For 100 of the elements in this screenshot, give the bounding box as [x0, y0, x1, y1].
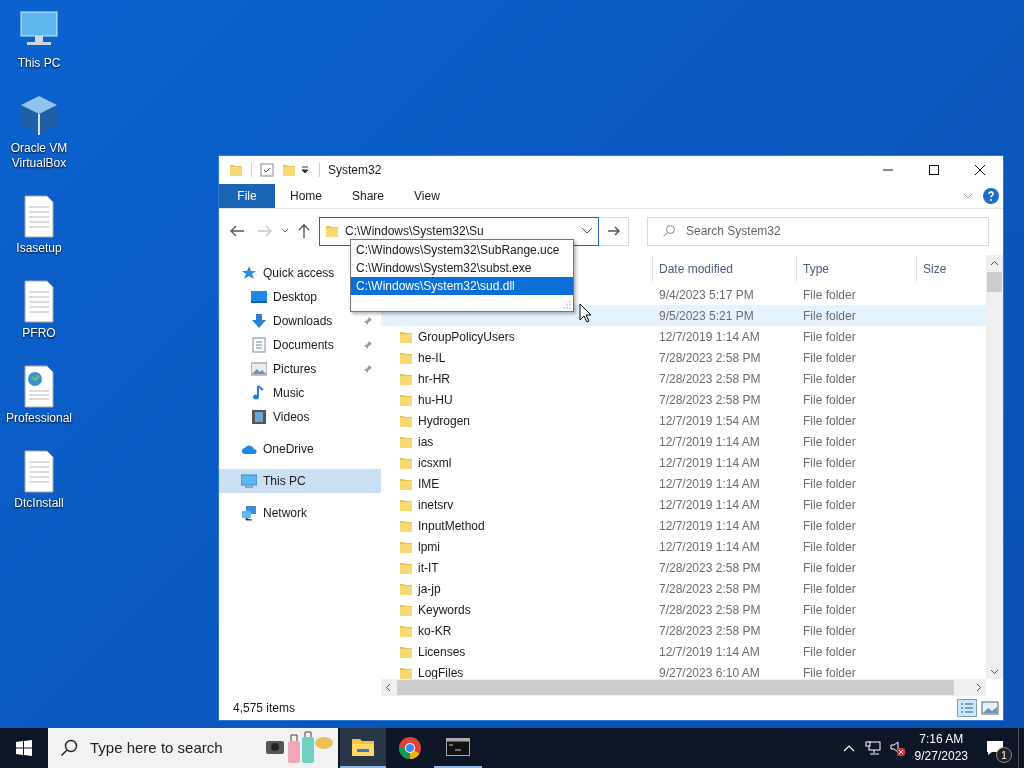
desktop-icon-label[interactable]: Oracle VM VirtualBox: [0, 141, 78, 171]
file-name[interactable]: Hydrogen: [418, 411, 471, 430]
file-name[interactable]: Licenses: [418, 642, 466, 661]
window-title: System32: [328, 162, 382, 179]
date-cell: 12/7/2019 1:14 AM: [659, 329, 760, 344]
desktop-icon-label[interactable]: PFRO: [22, 326, 56, 341]
file-name[interactable]: Keywords: [418, 600, 471, 619]
date-cell: 7/28/2023 2:58 PM: [659, 371, 761, 386]
address-bar[interactable]: C:\Windows\System32\Su: [319, 216, 599, 246]
date-cell: 7/28/2023 2:58 PM: [659, 623, 761, 638]
file-name[interactable]: ko-KR: [418, 621, 452, 640]
nav-item[interactable]: Quick access: [219, 261, 343, 285]
scrollbar-thumb[interactable]: [397, 680, 954, 695]
type-cell: File folder: [803, 518, 856, 533]
file-name[interactable]: ja-jp: [418, 579, 441, 598]
ribbon-tab[interactable]: Share: [337, 184, 400, 208]
folder-icon: [399, 602, 413, 617]
file-name[interactable]: he-IL: [418, 348, 446, 367]
file-name[interactable]: IME: [418, 474, 440, 493]
nav-item[interactable]: Documents: [219, 333, 381, 357]
taskbar-search-field[interactable]: Type here to search: [48, 728, 338, 768]
ribbon-tab[interactable]: Home: [275, 184, 337, 208]
column-header[interactable]: Date modified: [652, 255, 796, 283]
desktop-icon-label[interactable]: DtcInstall: [14, 496, 64, 511]
search-input[interactable]: Search System32: [686, 222, 974, 240]
date-cell: 12/7/2019 1:14 AM: [659, 518, 760, 533]
computer-icon: [241, 473, 257, 489]
close-icon: [973, 163, 987, 177]
folder-icon: [399, 455, 413, 470]
resize-grip-icon: [563, 301, 571, 309]
nav-item[interactable]: OneDrive: [219, 437, 322, 461]
desktop-icon: [251, 289, 267, 305]
file-name[interactable]: inetsrv: [418, 495, 454, 514]
recent-locations-icon: [281, 228, 289, 234]
chevron-down-icon: [581, 227, 593, 235]
terminal-icon: [446, 738, 470, 756]
column-header[interactable]: Type: [796, 255, 916, 283]
folder-icon: [399, 476, 413, 491]
type-cell: File folder: [803, 413, 856, 428]
type-cell: File folder: [803, 455, 856, 470]
type-cell: File folder: [803, 476, 856, 491]
taskbar-search-input[interactable]: Type here to search: [90, 736, 260, 760]
mouse-cursor-icon: [579, 303, 592, 323]
nav-item[interactable]: Downloads: [219, 309, 381, 333]
ribbon-tab[interactable]: View: [399, 184, 455, 208]
vertical-scrollbar[interactable]: [986, 255, 1003, 679]
file-name[interactable]: lpmi: [418, 537, 440, 556]
date-cell: 9/5/2023 5:21 PM: [659, 308, 754, 323]
type-cell: File folder: [803, 308, 856, 323]
type-cell: File folder: [803, 602, 856, 617]
suggestion-item[interactable]: C:\Windows\System32\sud.dll: [351, 277, 573, 295]
folder-icon: [325, 224, 339, 238]
file-name[interactable]: LogFiles: [418, 663, 464, 679]
folder-icon: [399, 392, 413, 407]
suggestion-item[interactable]: C:\Windows\System32\subst.exe: [351, 259, 573, 277]
nav-item[interactable]: Desktop: [219, 285, 326, 309]
address-input[interactable]: C:\Windows\System32\Su: [345, 222, 575, 240]
nav-item[interactable]: Music: [219, 381, 313, 405]
folder-icon: [351, 737, 375, 757]
file-name[interactable]: hu-HU: [418, 390, 453, 409]
folder-icon: [229, 163, 243, 177]
date-cell: 12/7/2019 1:54 AM: [659, 413, 760, 428]
file-name[interactable]: hr-HR: [418, 369, 450, 388]
date-cell: 12/7/2019 1:14 AM: [659, 476, 760, 491]
scrollbar-thumb[interactable]: [987, 272, 1002, 292]
picture-icon: [251, 361, 267, 377]
taskbar-app-button[interactable]: [340, 728, 386, 768]
help-icon: [983, 188, 999, 204]
document-icon: [251, 337, 267, 353]
star-icon: [241, 265, 257, 281]
type-cell: File folder: [803, 350, 856, 365]
desktop-icon-label[interactable]: This PC: [17, 56, 61, 71]
date-cell: 7/28/2023 2:58 PM: [659, 350, 761, 365]
file-name[interactable]: InputMethod: [418, 516, 485, 535]
go-button[interactable]: [599, 216, 629, 246]
notifications-button[interactable]: 1: [972, 728, 1018, 768]
search-field[interactable]: Search System32: [647, 216, 989, 246]
folder-icon: [399, 434, 413, 449]
clock-date[interactable]: 9/27/2023: [914, 748, 968, 765]
network-icon: [864, 741, 881, 755]
file-name[interactable]: GroupPolicyUsers: [418, 327, 515, 346]
folder-icon: [399, 329, 413, 344]
file-name[interactable]: ias: [418, 432, 434, 451]
nav-item[interactable]: This PC: [219, 469, 381, 493]
type-cell: File folder: [803, 434, 856, 449]
file-tab[interactable]: File: [219, 184, 275, 208]
type-cell: File folder: [803, 392, 856, 407]
horizontal-scrollbar[interactable]: [381, 679, 986, 696]
desktop-icon-label[interactable]: Professional: [5, 411, 72, 426]
clock-time[interactable]: 7:16 AM: [919, 731, 964, 748]
file-name[interactable]: it-IT: [418, 558, 439, 577]
nav-item[interactable]: Videos: [219, 405, 318, 429]
network-icon: [241, 505, 257, 521]
type-cell: File folder: [803, 665, 856, 679]
nav-item[interactable]: Network: [219, 501, 315, 525]
type-cell: File folder: [803, 644, 856, 659]
file-name[interactable]: icsxml: [418, 453, 452, 472]
nav-item[interactable]: Pictures: [219, 357, 381, 381]
desktop-icon-label[interactable]: Isasetup: [16, 241, 62, 256]
folder-icon: [399, 413, 413, 428]
